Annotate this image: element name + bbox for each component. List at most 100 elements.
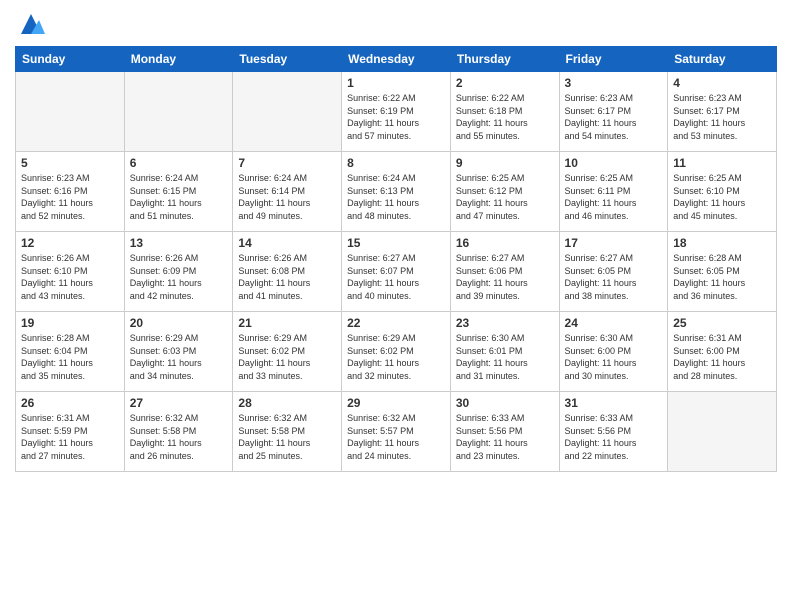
day-info: Sunrise: 6:22 AM Sunset: 6:19 PM Dayligh…: [347, 92, 445, 142]
weekday-header: Thursday: [450, 47, 559, 72]
day-number: 16: [456, 236, 554, 250]
calendar-cell: 27 Sunrise: 6:32 AM Sunset: 5:58 PM Dayli…: [124, 392, 233, 472]
calendar-cell: 17 Sunrise: 6:27 AM Sunset: 6:05 PM Dayli…: [559, 232, 668, 312]
logo: [15, 10, 45, 38]
day-number: 20: [130, 316, 228, 330]
day-number: 25: [673, 316, 771, 330]
day-info: Sunrise: 6:33 AM Sunset: 5:56 PM Dayligh…: [456, 412, 554, 462]
day-number: 19: [21, 316, 119, 330]
day-info: Sunrise: 6:28 AM Sunset: 6:05 PM Dayligh…: [673, 252, 771, 302]
calendar-cell: 31 Sunrise: 6:33 AM Sunset: 5:56 PM Dayli…: [559, 392, 668, 472]
day-info: Sunrise: 6:23 AM Sunset: 6:17 PM Dayligh…: [565, 92, 663, 142]
calendar-cell: 20Sunrise: 6:29 AM Sunset: 6:03 PM Dayli…: [124, 312, 233, 392]
day-number: 3: [565, 76, 663, 90]
calendar-cell: 8 Sunrise: 6:24 AM Sunset: 6:13 PM Daylig…: [342, 152, 451, 232]
day-number: 6: [130, 156, 228, 170]
day-number: 15: [347, 236, 445, 250]
calendar-week-row: 5 Sunrise: 6:23 AM Sunset: 6:16 PM Daylig…: [16, 152, 777, 232]
calendar-cell: 4 Sunrise: 6:23 AM Sunset: 6:17 PM Daylig…: [668, 72, 777, 152]
calendar-cell: 12 Sunrise: 6:26 AM Sunset: 6:10 PM Dayli…: [16, 232, 125, 312]
page: SundayMondayTuesdayWednesdayThursdayFrid…: [0, 0, 792, 612]
day-number: 9: [456, 156, 554, 170]
day-number: 30: [456, 396, 554, 410]
day-info: Sunrise: 6:22 AM Sunset: 6:18 PM Dayligh…: [456, 92, 554, 142]
day-number: 31: [565, 396, 663, 410]
weekday-header: Saturday: [668, 47, 777, 72]
calendar-cell: 5 Sunrise: 6:23 AM Sunset: 6:16 PM Daylig…: [16, 152, 125, 232]
calendar-cell: 22 Sunrise: 6:29 AM Sunset: 6:02 PM Dayli…: [342, 312, 451, 392]
calendar-cell: 6 Sunrise: 6:24 AM Sunset: 6:15 PM Daylig…: [124, 152, 233, 232]
calendar-cell: 1 Sunrise: 6:22 AM Sunset: 6:19 PM Daylig…: [342, 72, 451, 152]
calendar-cell: 30 Sunrise: 6:33 AM Sunset: 5:56 PM Dayli…: [450, 392, 559, 472]
weekday-header: Wednesday: [342, 47, 451, 72]
day-number: 22: [347, 316, 445, 330]
day-number: 17: [565, 236, 663, 250]
day-number: 12: [21, 236, 119, 250]
calendar-cell: 25 Sunrise: 6:31 AM Sunset: 6:00 PM Dayli…: [668, 312, 777, 392]
logo-icon: [17, 10, 45, 38]
day-info: Sunrise: 6:23 AM Sunset: 6:16 PM Dayligh…: [21, 172, 119, 222]
calendar-cell: 9Sunrise: 6:25 AM Sunset: 6:12 PM Daylig…: [450, 152, 559, 232]
calendar-cell: 19 Sunrise: 6:28 AM Sunset: 6:04 PM Dayli…: [16, 312, 125, 392]
day-info: Sunrise: 6:25 AM Sunset: 6:10 PM Dayligh…: [673, 172, 771, 222]
day-number: 29: [347, 396, 445, 410]
day-info: Sunrise: 6:29 AM Sunset: 6:02 PM Dayligh…: [238, 332, 336, 382]
day-number: 21: [238, 316, 336, 330]
day-info: Sunrise: 6:28 AM Sunset: 6:04 PM Dayligh…: [21, 332, 119, 382]
day-number: 8: [347, 156, 445, 170]
day-info: Sunrise: 6:32 AM Sunset: 5:58 PM Dayligh…: [130, 412, 228, 462]
calendar-cell: 23 Sunrise: 6:30 AM Sunset: 6:01 PM Dayli…: [450, 312, 559, 392]
day-info: Sunrise: 6:32 AM Sunset: 5:58 PM Dayligh…: [238, 412, 336, 462]
day-info: Sunrise: 6:24 AM Sunset: 6:15 PM Dayligh…: [130, 172, 228, 222]
day-number: 27: [130, 396, 228, 410]
day-number: 7: [238, 156, 336, 170]
day-info: Sunrise: 6:33 AM Sunset: 5:56 PM Dayligh…: [565, 412, 663, 462]
calendar-week-row: 19 Sunrise: 6:28 AM Sunset: 6:04 PM Dayli…: [16, 312, 777, 392]
day-info: Sunrise: 6:31 AM Sunset: 6:00 PM Dayligh…: [673, 332, 771, 382]
calendar-cell: 15 Sunrise: 6:27 AM Sunset: 6:07 PM Dayli…: [342, 232, 451, 312]
day-number: 14: [238, 236, 336, 250]
calendar-cell: 18 Sunrise: 6:28 AM Sunset: 6:05 PM Dayli…: [668, 232, 777, 312]
day-info: Sunrise: 6:27 AM Sunset: 6:06 PM Dayligh…: [456, 252, 554, 302]
day-number: 5: [21, 156, 119, 170]
calendar-cell: [668, 392, 777, 472]
day-number: 1: [347, 76, 445, 90]
day-info: Sunrise: 6:32 AM Sunset: 5:57 PM Dayligh…: [347, 412, 445, 462]
weekday-header: Monday: [124, 47, 233, 72]
calendar-cell: 13 Sunrise: 6:26 AM Sunset: 6:09 PM Dayli…: [124, 232, 233, 312]
day-info: Sunrise: 6:30 AM Sunset: 6:01 PM Dayligh…: [456, 332, 554, 382]
calendar-cell: 2 Sunrise: 6:22 AM Sunset: 6:18 PM Daylig…: [450, 72, 559, 152]
calendar-cell: [233, 72, 342, 152]
calendar-week-row: 1 Sunrise: 6:22 AM Sunset: 6:19 PM Daylig…: [16, 72, 777, 152]
day-info: Sunrise: 6:27 AM Sunset: 6:07 PM Dayligh…: [347, 252, 445, 302]
header: [15, 10, 777, 38]
day-number: 18: [673, 236, 771, 250]
calendar-cell: 29 Sunrise: 6:32 AM Sunset: 5:57 PM Dayli…: [342, 392, 451, 472]
weekday-header-row: SundayMondayTuesdayWednesdayThursdayFrid…: [16, 47, 777, 72]
day-info: Sunrise: 6:31 AM Sunset: 5:59 PM Dayligh…: [21, 412, 119, 462]
calendar-cell: 10 Sunrise: 6:25 AM Sunset: 6:11 PM Dayli…: [559, 152, 668, 232]
day-info: Sunrise: 6:24 AM Sunset: 6:13 PM Dayligh…: [347, 172, 445, 222]
day-number: 24: [565, 316, 663, 330]
day-info: Sunrise: 6:29 AM Sunset: 6:02 PM Dayligh…: [347, 332, 445, 382]
day-number: 4: [673, 76, 771, 90]
day-info: Sunrise: 6:27 AM Sunset: 6:05 PM Dayligh…: [565, 252, 663, 302]
weekday-header: Sunday: [16, 47, 125, 72]
calendar-cell: 11Sunrise: 6:25 AM Sunset: 6:10 PM Dayli…: [668, 152, 777, 232]
day-info: Sunrise: 6:24 AM Sunset: 6:14 PM Dayligh…: [238, 172, 336, 222]
day-info: Sunrise: 6:23 AM Sunset: 6:17 PM Dayligh…: [673, 92, 771, 142]
day-number: 23: [456, 316, 554, 330]
calendar-cell: [16, 72, 125, 152]
calendar-week-row: 26Sunrise: 6:31 AM Sunset: 5:59 PM Dayli…: [16, 392, 777, 472]
calendar-cell: 7 Sunrise: 6:24 AM Sunset: 6:14 PM Daylig…: [233, 152, 342, 232]
day-info: Sunrise: 6:26 AM Sunset: 6:09 PM Dayligh…: [130, 252, 228, 302]
calendar-cell: 26Sunrise: 6:31 AM Sunset: 5:59 PM Dayli…: [16, 392, 125, 472]
calendar-cell: [124, 72, 233, 152]
day-info: Sunrise: 6:26 AM Sunset: 6:10 PM Dayligh…: [21, 252, 119, 302]
calendar-cell: 16 Sunrise: 6:27 AM Sunset: 6:06 PM Dayli…: [450, 232, 559, 312]
day-number: 10: [565, 156, 663, 170]
day-number: 13: [130, 236, 228, 250]
calendar-cell: 14Sunrise: 6:26 AM Sunset: 6:08 PM Dayli…: [233, 232, 342, 312]
day-info: Sunrise: 6:25 AM Sunset: 6:11 PM Dayligh…: [565, 172, 663, 222]
day-number: 2: [456, 76, 554, 90]
